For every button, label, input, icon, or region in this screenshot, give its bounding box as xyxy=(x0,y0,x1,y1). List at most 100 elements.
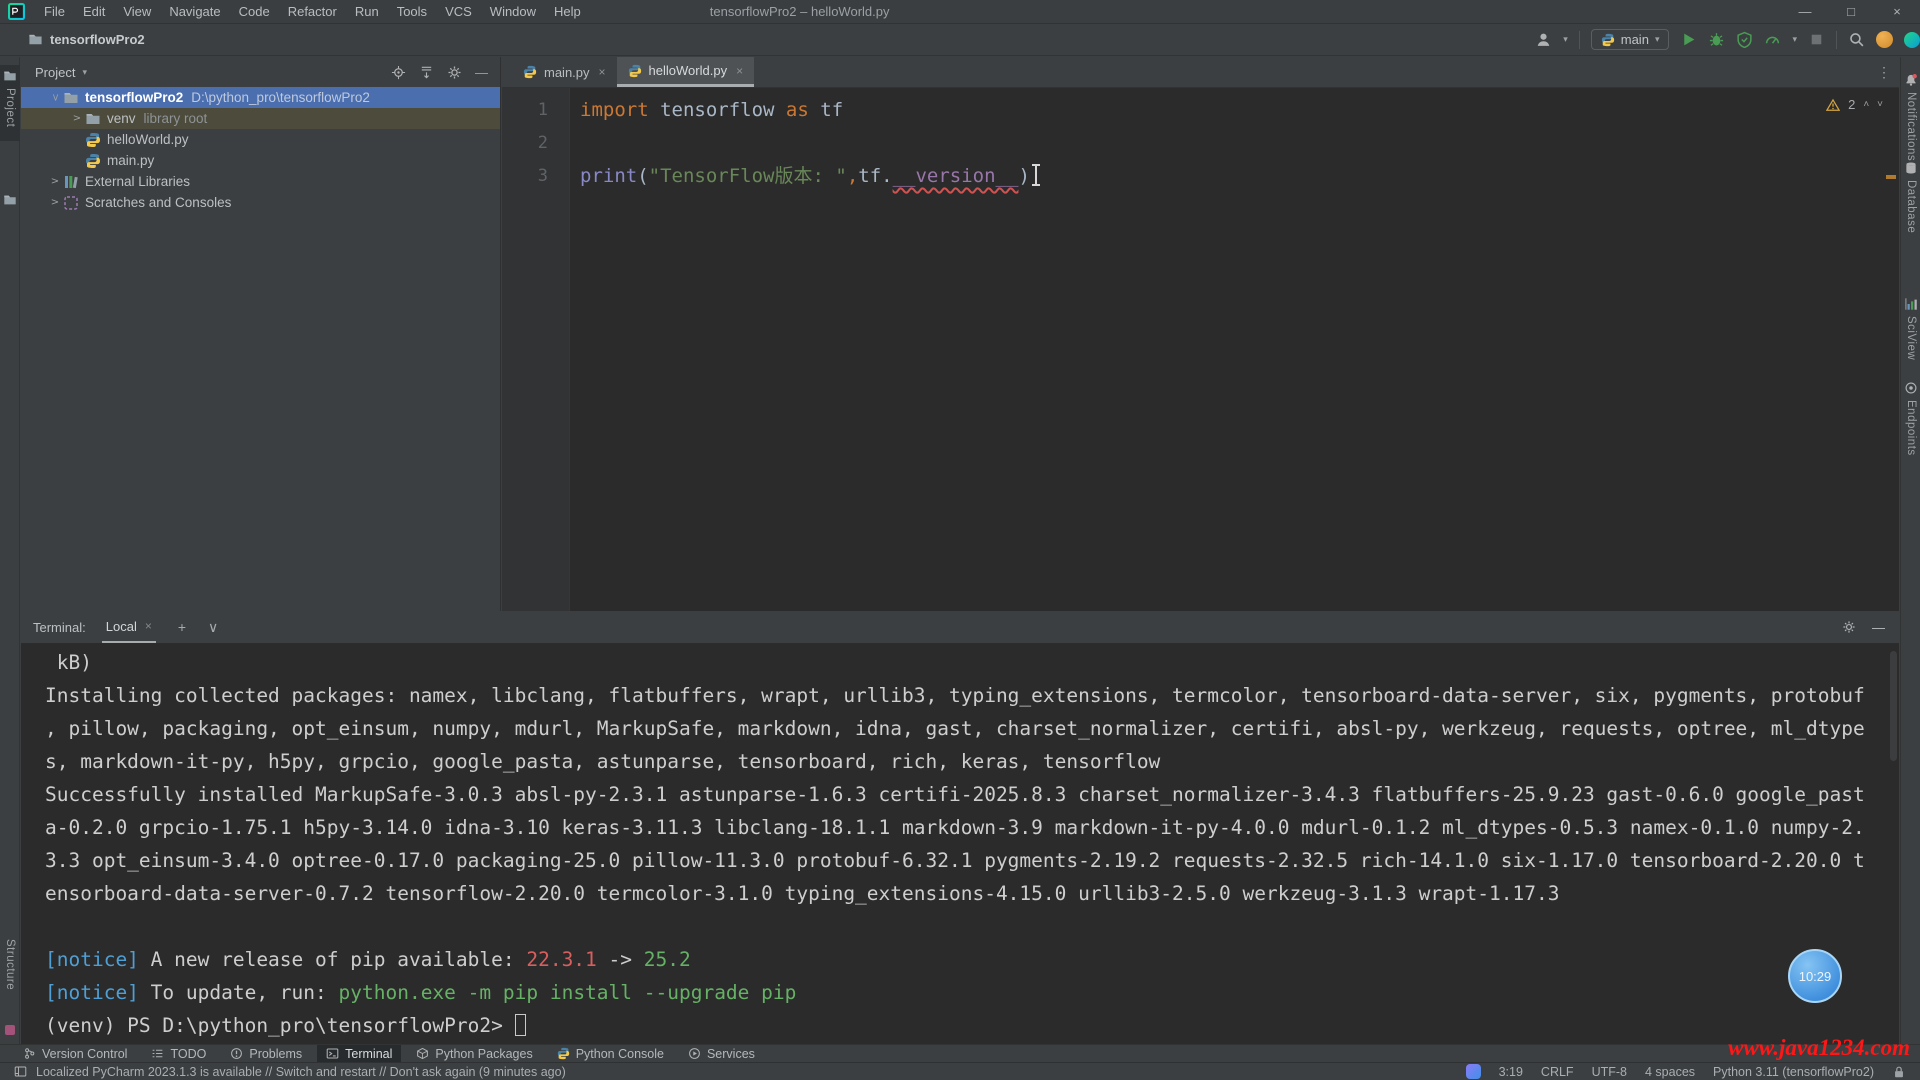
menu-window[interactable]: Window xyxy=(481,4,545,19)
project-panel-header: Project ▾ — xyxy=(21,57,500,87)
terminal-scrollbar[interactable] xyxy=(1890,651,1897,761)
code-text: print("TensorFlow版本: ",tf.__version__) xyxy=(570,160,1037,193)
caret-position[interactable]: 3:19 xyxy=(1499,1065,1523,1079)
run-config-selector[interactable]: main ▾ xyxy=(1591,29,1670,50)
project-panel-title[interactable]: Project xyxy=(35,65,75,80)
menu-run[interactable]: Run xyxy=(346,4,388,19)
menu-tools[interactable]: Tools xyxy=(388,4,436,19)
toolwindow-button-services[interactable]: Services xyxy=(679,1045,764,1063)
toolwindow-button-python-console[interactable]: Python Console xyxy=(548,1045,673,1063)
run-button[interactable] xyxy=(1680,31,1697,48)
file-encoding[interactable]: UTF-8 xyxy=(1592,1065,1627,1079)
close-icon[interactable]: × xyxy=(599,65,606,79)
terminal-tab-local[interactable]: Local × xyxy=(102,611,156,643)
lock-icon[interactable] xyxy=(1892,1065,1906,1079)
gear-icon[interactable] xyxy=(447,65,462,80)
project-breadcrumb[interactable]: tensorflowPro2 xyxy=(28,32,145,47)
sidebar-item-project[interactable]: Project xyxy=(0,65,20,141)
code-token: as xyxy=(786,99,820,121)
sidebar-item-structure[interactable]: Structure xyxy=(0,935,20,1017)
menu-edit[interactable]: Edit xyxy=(74,4,114,19)
debug-button[interactable] xyxy=(1708,31,1725,48)
tree-item-helloworld-py[interactable]: helloWorld.py xyxy=(21,129,500,150)
chevron-down-icon[interactable]: ∨ xyxy=(208,619,218,636)
locate-file-icon[interactable] xyxy=(391,65,406,80)
close-button[interactable]: × xyxy=(1874,0,1920,24)
sidebar-item-notifications[interactable]: Notifications xyxy=(1901,69,1920,155)
menu-code[interactable]: Code xyxy=(230,4,279,19)
stop-button[interactable] xyxy=(1808,31,1825,48)
indent-setting[interactable]: 4 spaces xyxy=(1645,1065,1695,1079)
chevron-down-icon[interactable]: ▾ xyxy=(82,67,87,78)
ide-settings-icon[interactable] xyxy=(1904,32,1920,48)
toolwindow-button-python-packages[interactable]: Python Packages xyxy=(407,1045,541,1063)
menu-view[interactable]: View xyxy=(114,4,160,19)
menu-vcs[interactable]: VCS xyxy=(436,4,481,19)
sidebar-item-endpoints[interactable]: Endpoints xyxy=(1901,377,1920,463)
new-terminal-button[interactable]: + xyxy=(178,619,186,635)
stripe-label: Endpoints xyxy=(1905,400,1917,456)
prev-problem-icon[interactable]: ˄ xyxy=(1863,99,1869,110)
terminal-text: A new release of pip available: xyxy=(139,948,526,971)
chevron-right-icon[interactable]: > xyxy=(47,197,63,208)
status-widget-icon[interactable] xyxy=(1466,1064,1481,1079)
error-stripe-mark[interactable] xyxy=(1886,175,1896,179)
user-avatar-icon[interactable] xyxy=(1535,31,1552,48)
tab-main-py[interactable]: main.py× xyxy=(512,57,617,87)
code-editor[interactable]: 1import tensorflow as tf23print("TensorF… xyxy=(502,88,1899,611)
tree-item-scratches-and-consoles[interactable]: >Scratches and Consoles xyxy=(21,192,500,213)
hide-terminal-button[interactable]: — xyxy=(1872,620,1885,635)
toolwindow-button-todo[interactable]: TODO xyxy=(142,1045,215,1063)
menu-file[interactable]: File xyxy=(35,4,74,19)
close-icon[interactable]: × xyxy=(145,619,152,633)
tree-item-tensorflowpro2[interactable]: >tensorflowPro2D:\python_pro\tensorflowP… xyxy=(21,87,500,108)
chevron-right-icon[interactable]: > xyxy=(47,176,63,187)
menu-navigate[interactable]: Navigate xyxy=(160,4,229,19)
search-everywhere-icon[interactable] xyxy=(1848,31,1865,48)
problems-icon xyxy=(230,1047,243,1060)
project-panel: Project ▾ — >tensorflowPro2D:\python_pro… xyxy=(21,57,501,611)
tree-item-external-libraries[interactable]: >External Libraries xyxy=(21,171,500,192)
minimize-button[interactable]: — xyxy=(1782,0,1828,24)
chevron-right-icon[interactable]: > xyxy=(69,113,85,124)
gear-icon[interactable] xyxy=(1842,620,1856,634)
maximize-button[interactable]: □ xyxy=(1828,0,1874,24)
code-with-me-avatar[interactable] xyxy=(1876,31,1893,48)
terminal-line: [notice] A new release of pip available:… xyxy=(45,943,1899,976)
run-config-name: main xyxy=(1621,32,1649,47)
line-ending[interactable]: CRLF xyxy=(1541,1065,1574,1079)
tree-item-main-py[interactable]: main.py xyxy=(21,150,500,171)
status-message[interactable]: Localized PyCharm 2023.1.3 is available … xyxy=(14,1065,566,1079)
tab-helloworld-py[interactable]: helloWorld.py× xyxy=(617,57,755,87)
terminal-output[interactable]: kB)Installing collected packages: namex,… xyxy=(21,644,1899,1044)
terminal-tab-label: Local xyxy=(106,619,137,634)
hide-panel-button[interactable]: — xyxy=(475,65,488,80)
toolwindow-button-terminal[interactable]: Terminal xyxy=(317,1045,401,1063)
terminal-text: Successfully installed MarkupSafe-3.0.3 … xyxy=(45,783,1865,806)
sidebar-item-bookmark-badge[interactable] xyxy=(0,1021,20,1039)
toolwindow-button-problems[interactable]: Problems xyxy=(221,1045,311,1063)
sidebar-item-bookmarks[interactable] xyxy=(0,189,20,211)
toolwindow-button-version-control[interactable]: Version Control xyxy=(14,1045,136,1063)
run-with-coverage-button[interactable] xyxy=(1736,31,1753,48)
editor-tabs: main.py×helloWorld.py× xyxy=(512,57,754,87)
tree-item-venv[interactable]: >venvlibrary root xyxy=(21,108,500,129)
chevron-down-icon[interactable]: > xyxy=(50,90,61,106)
code-line-1[interactable]: 1import tensorflow as tf xyxy=(502,94,1899,127)
python-icon xyxy=(523,65,537,79)
sidebar-item-sciview[interactable]: SciView xyxy=(1901,293,1920,379)
toolwindow-button-label: TODO xyxy=(170,1047,206,1061)
close-icon[interactable]: × xyxy=(736,64,743,78)
menu-refactor[interactable]: Refactor xyxy=(279,4,346,19)
next-problem-icon[interactable]: ˅ xyxy=(1877,99,1883,110)
inspections-widget[interactable]: 2 ˄ ˅ xyxy=(1826,97,1883,112)
code-line-3[interactable]: 3print("TensorFlow版本: ",tf.__version__) xyxy=(502,160,1899,193)
menu-help[interactable]: Help xyxy=(545,4,590,19)
profiler-button[interactable] xyxy=(1764,31,1781,48)
toolwindow-button-label: Services xyxy=(707,1047,755,1061)
tab-options-icon[interactable]: ⋮ xyxy=(1877,64,1891,81)
code-line-2[interactable]: 2 xyxy=(502,127,1899,160)
sidebar-item-database[interactable]: Database xyxy=(1901,157,1920,243)
collapse-all-icon[interactable] xyxy=(419,65,434,80)
python-interpreter[interactable]: Python 3.11 (tensorflowPro2) xyxy=(1713,1065,1874,1079)
